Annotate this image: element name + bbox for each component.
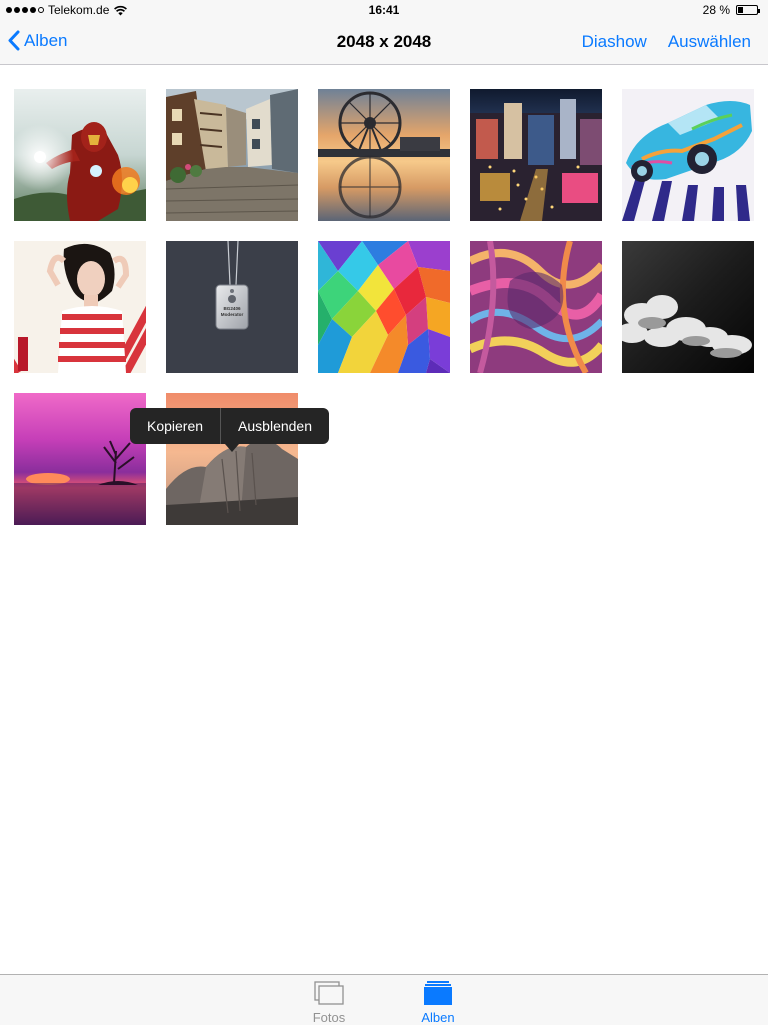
tab-bar: Fotos Alben: [0, 974, 768, 1025]
copy-menu-item[interactable]: Kopieren: [130, 408, 220, 444]
photo-thumbnail[interactable]: [622, 89, 754, 221]
photo-thumbnail[interactable]: [470, 241, 602, 373]
tab-fotos[interactable]: Fotos: [289, 981, 369, 1025]
select-button[interactable]: Auswählen: [668, 32, 751, 52]
tab-alben-label: Alben: [421, 1010, 455, 1025]
dog-tag-text: BG2406 Moderator: [216, 306, 248, 317]
hide-menu-item[interactable]: Ausblenden: [221, 408, 329, 444]
photo-thumbnail[interactable]: [470, 89, 602, 221]
dog-tag-line2: Moderator: [220, 311, 244, 317]
tab-alben[interactable]: Alben: [398, 981, 478, 1025]
photo-thumbnail[interactable]: BG2406 Moderator: [166, 241, 298, 373]
context-menu: Kopieren Ausblenden: [130, 408, 329, 452]
photo-thumbnail[interactable]: [14, 393, 146, 525]
clock: 16:41: [368, 3, 400, 17]
photo-thumbnail[interactable]: [622, 241, 754, 373]
photo-thumbnail[interactable]: [14, 89, 146, 221]
photo-thumbnail[interactable]: [166, 89, 298, 221]
battery-percentage: 28 %: [702, 3, 730, 17]
photo-thumbnail[interactable]: [14, 241, 146, 373]
slideshow-button[interactable]: Diashow: [582, 32, 647, 52]
popover-arrow-icon: [225, 444, 239, 452]
status-bar: Telekom.de 16:41 28 %: [0, 0, 768, 20]
photos-tab-icon: [314, 981, 344, 1005]
albums-tab-icon: [424, 981, 452, 1005]
tab-fotos-label: Fotos: [312, 1010, 346, 1025]
photo-thumbnail[interactable]: [318, 241, 450, 373]
photo-thumbnail[interactable]: [318, 89, 450, 221]
battery-icon: [736, 5, 760, 15]
navigation-bar: Alben 2048 x 2048 Diashow Auswählen: [0, 20, 768, 65]
